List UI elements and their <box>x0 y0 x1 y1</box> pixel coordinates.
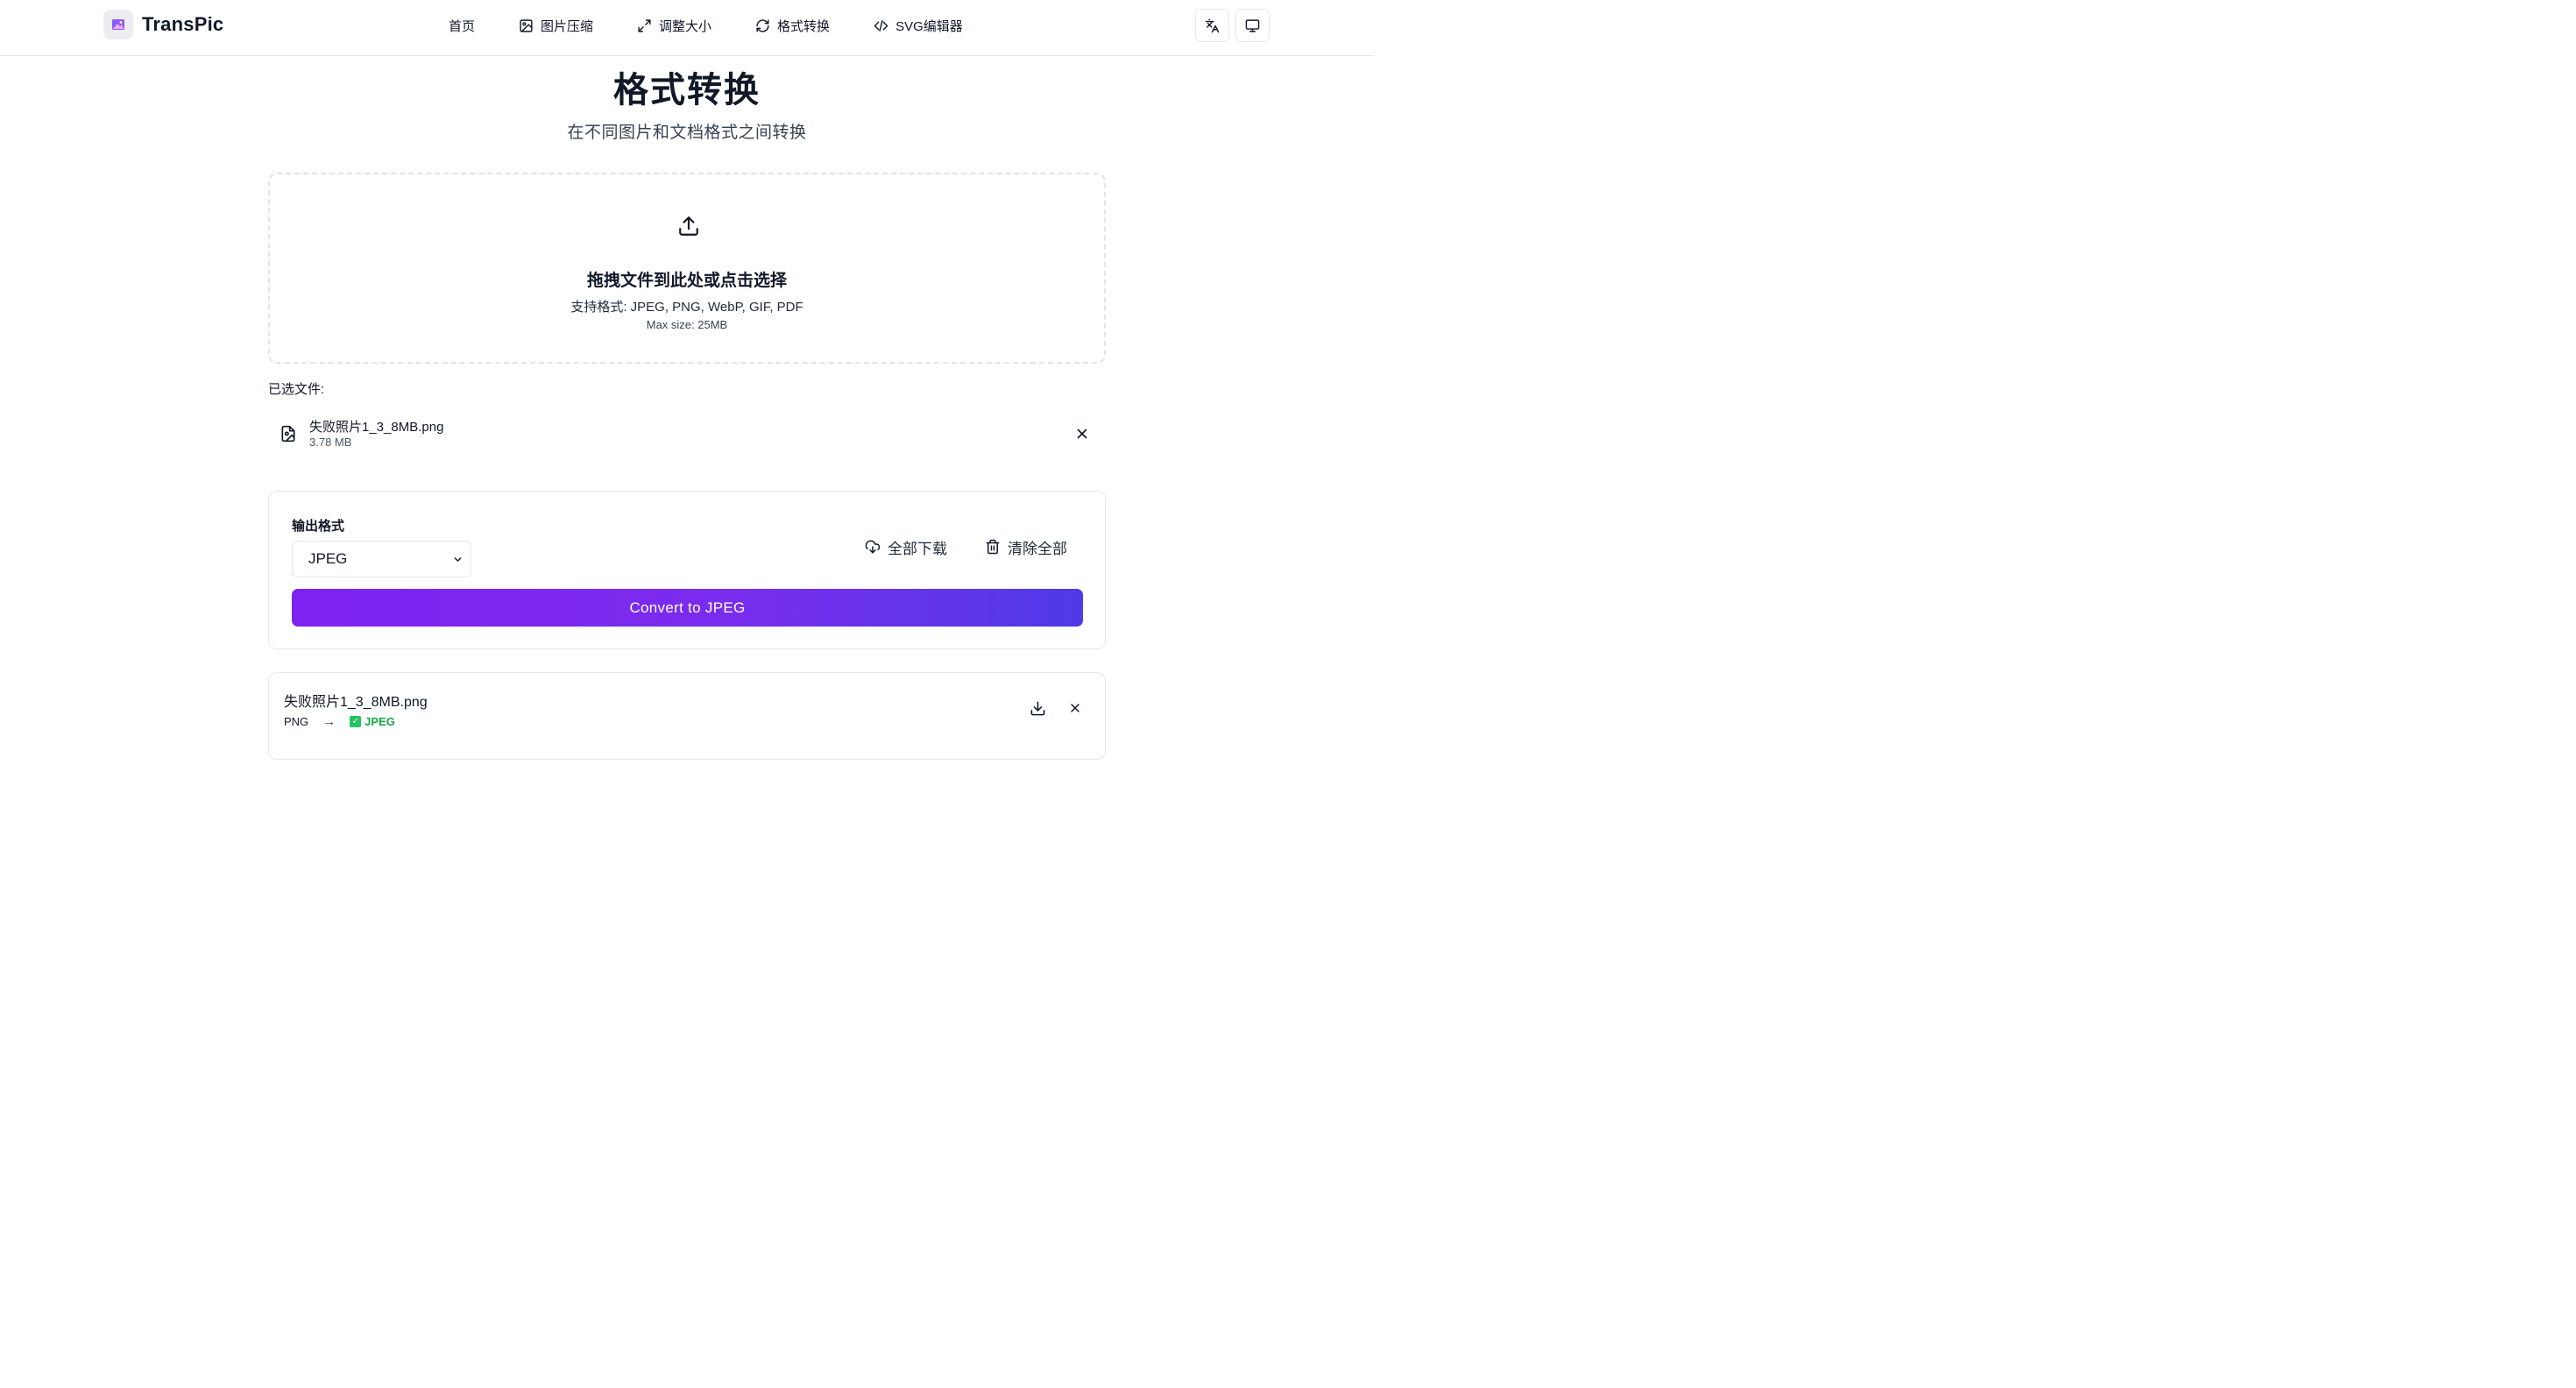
nav-home[interactable]: 首页 <box>449 16 475 35</box>
resize-icon <box>638 18 651 32</box>
brand[interactable]: TransPic <box>103 10 223 39</box>
nav-convert-label: 格式转换 <box>777 18 831 34</box>
result-format-change: PNG → ✓ JPEG <box>284 714 395 729</box>
target-format: JPEG <box>364 715 395 728</box>
selected-file-name: 失败照片1_3_8MB.png <box>309 420 444 435</box>
selected-files-label: 已选文件: <box>268 382 325 397</box>
selected-file-item: 失败照片1_3_8MB.png 3.78 MB <box>268 412 1106 454</box>
nav-resize[interactable]: 调整大小 <box>637 16 711 35</box>
remove-file-icon[interactable] <box>1074 426 1090 442</box>
upload-icon <box>679 216 698 236</box>
conversion-result-card: 失败照片1_3_8MB.png PNG → ✓ JPEG <box>268 672 1106 760</box>
max-size: Max size: 25MB <box>646 318 728 331</box>
main-nav: 首页 图片压缩 调整大小 格式转换 SVG编辑器 <box>449 16 963 35</box>
check-icon: ✓ <box>350 716 362 727</box>
refresh-icon <box>756 18 769 32</box>
theme-button[interactable] <box>1235 9 1270 42</box>
convert-button[interactable]: Convert to JPEG <box>292 589 1083 627</box>
nav-svg-editor[interactable]: SVG编辑器 <box>874 16 963 35</box>
selected-format-value: JPEG <box>308 550 348 567</box>
nav-svg-editor-label: SVG编辑器 <box>895 18 963 34</box>
file-dropzone[interactable]: 拖拽文件到此处或点击选择 支持格式: JPEG, PNG, WebP, GIF,… <box>268 173 1106 364</box>
monitor-icon <box>1245 18 1260 32</box>
chevron-down-icon <box>454 557 462 562</box>
download-all-label: 全部下载 <box>888 540 947 557</box>
remove-result-icon[interactable] <box>1068 701 1082 715</box>
selected-file-size: 3.78 MB <box>309 436 352 449</box>
language-button[interactable] <box>1195 9 1229 42</box>
clear-all-label: 清除全部 <box>1008 540 1067 557</box>
translate-icon <box>1205 18 1220 32</box>
nav-compress-label: 图片压缩 <box>541 18 594 34</box>
output-format-label: 输出格式 <box>292 519 345 534</box>
supported-formats: 支持格式: JPEG, PNG, WebP, GIF, PDF <box>570 300 803 315</box>
cloud-download-icon <box>865 540 881 554</box>
nav-resize-label: 调整大小 <box>659 18 712 34</box>
download-icon[interactable] <box>1030 700 1046 717</box>
output-format-select[interactable]: JPEG <box>292 541 471 577</box>
trash-icon <box>986 539 1000 555</box>
dropzone-prompt: 拖拽文件到此处或点击选择 <box>586 272 787 290</box>
source-format: PNG <box>284 715 309 728</box>
logo-icon <box>103 10 133 39</box>
page: TransPic 首页 图片压缩 调整大小 格式转换 SVG编辑器 格式转换 在… <box>0 0 1374 760</box>
nav-compress[interactable]: 图片压缩 <box>519 16 593 35</box>
result-file-name: 失败照片1_3_8MB.png <box>284 695 428 710</box>
arrow-right-icon: → <box>322 714 336 729</box>
conversion-settings-card: 输出格式 JPEG 全部下载 清除全部 Convert to JPEG <box>268 491 1106 649</box>
code-icon <box>874 19 888 32</box>
image-icon <box>520 18 533 32</box>
clear-all-button[interactable]: 清除全部 <box>985 535 1067 558</box>
page-subtitle: 在不同图片和文档格式之间转换 <box>567 124 807 142</box>
download-all-button[interactable]: 全部下载 <box>865 535 947 558</box>
nav-home-label: 首页 <box>449 18 476 34</box>
top-navbar: TransPic 首页 图片压缩 调整大小 格式转换 SVG编辑器 <box>0 0 1374 56</box>
nav-convert[interactable]: 格式转换 <box>755 16 830 35</box>
file-image-icon <box>281 425 295 443</box>
page-title: 格式转换 <box>613 71 761 110</box>
brand-name: TransPic <box>142 13 224 35</box>
